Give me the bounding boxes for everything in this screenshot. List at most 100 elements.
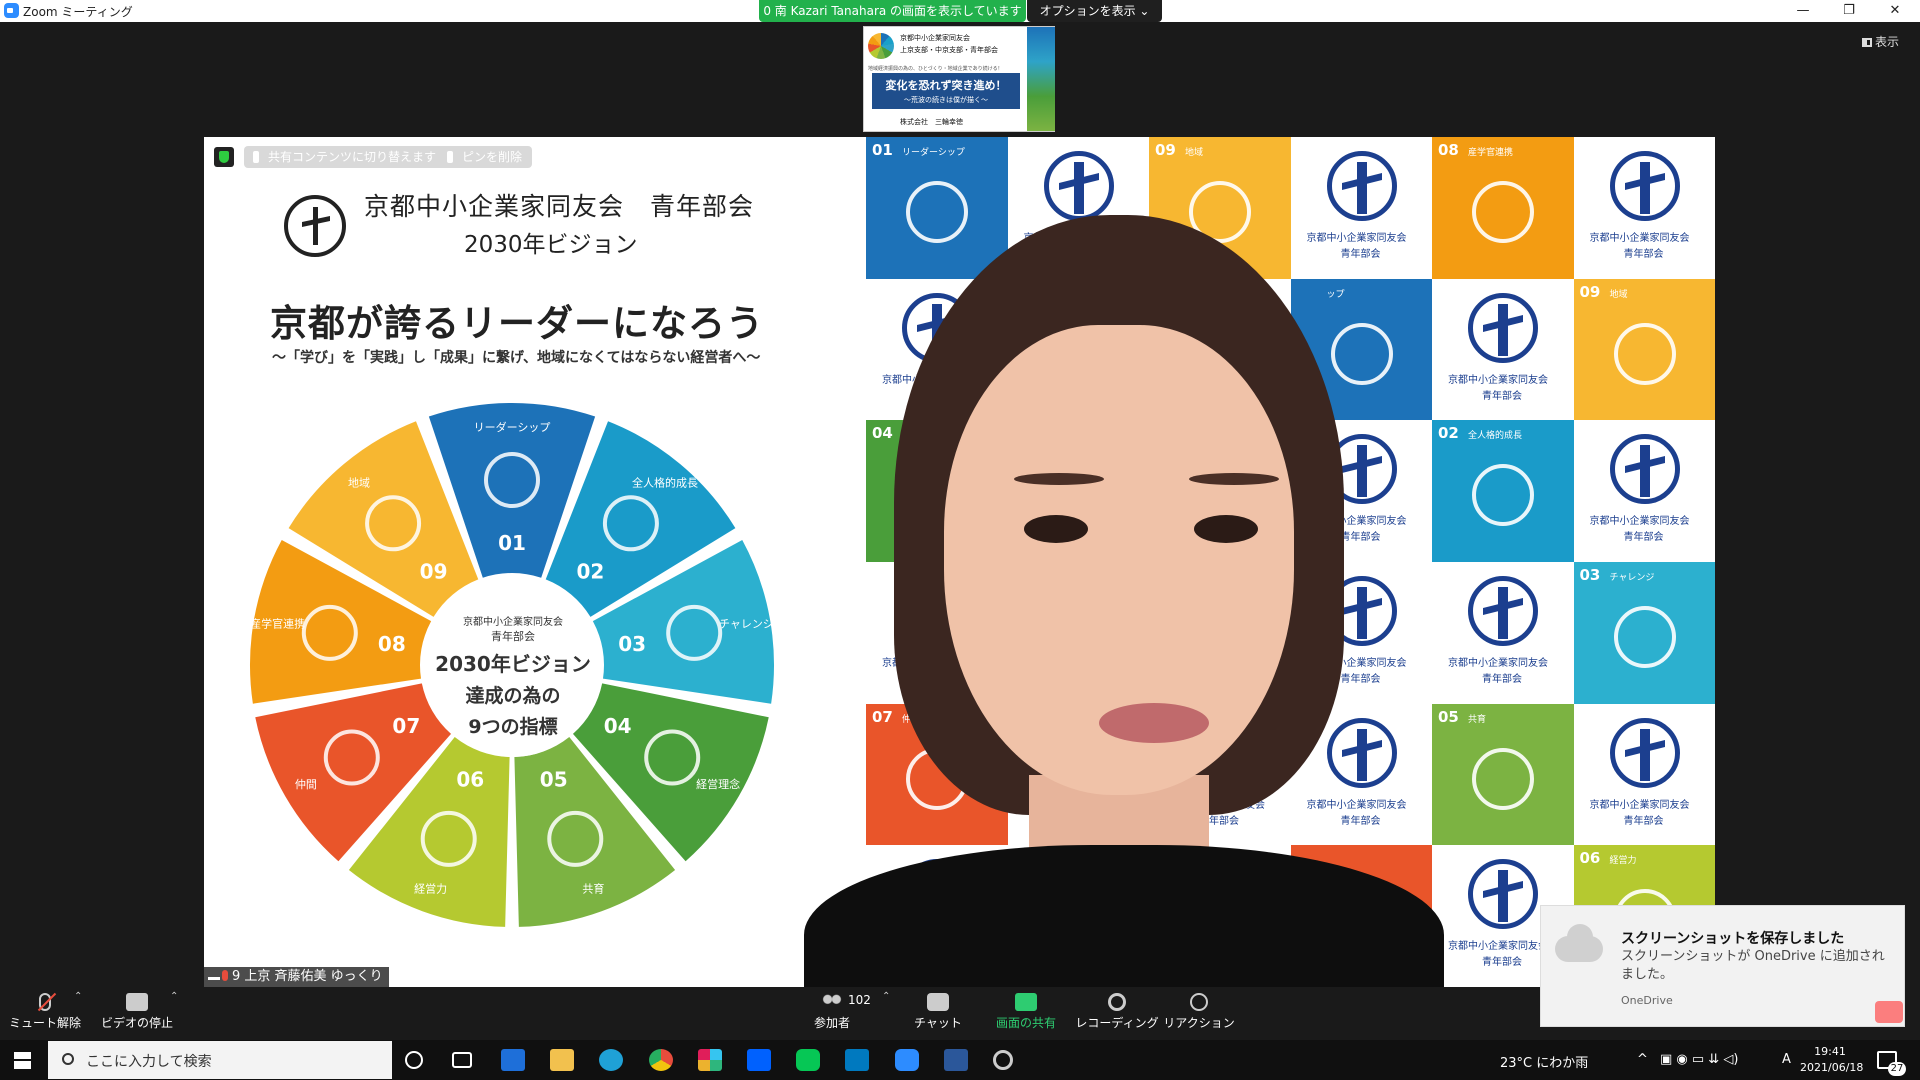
system-clock[interactable]: 19:41 2021/06/18 [1800, 1044, 1864, 1076]
chat-button[interactable]: チャット [893, 993, 983, 1031]
wheel-segment-label: リーダーシップ [474, 420, 551, 434]
reactions-button[interactable]: リアクション [1154, 993, 1244, 1031]
search-placeholder: ここに入力して検索 [86, 1054, 212, 1070]
wheel-segment-label: 経営力 [414, 882, 447, 896]
notification-body: スクリーンショットが OneDrive に追加されました。 [1621, 949, 1885, 982]
edge-browser-icon[interactable] [599, 1049, 623, 1071]
hub-line2: 達成の為の [465, 685, 561, 707]
tile-number: 09 [1155, 141, 1176, 159]
dropbox-icon[interactable] [747, 1049, 771, 1071]
file-explorer-icon[interactable] [550, 1049, 574, 1071]
organization-logo-icon [1609, 434, 1680, 505]
share-thumbnail[interactable]: 京都中小企業家同友会 上京支部・中京支部・青年部会 地域経済振興の為の、ひとづく… [863, 26, 1055, 132]
slack-icon[interactable] [698, 1049, 722, 1071]
settings-gear-icon[interactable] [993, 1050, 1013, 1070]
participant-brow-right [1189, 473, 1279, 485]
audio-options-chevron-icon[interactable]: ⌃ [74, 991, 82, 1002]
thumb-icon-strip [1027, 27, 1055, 131]
logo-unit-text: 青年部会 [1623, 815, 1664, 827]
hub-unit: 青年部会 [491, 630, 535, 643]
windows-start-icon[interactable] [14, 1052, 31, 1069]
wheel-segment-number: 02 [576, 560, 604, 584]
record-button[interactable]: レコーディング [1072, 993, 1162, 1031]
record-icon [1108, 993, 1126, 1011]
wheel-segment-number: 07 [392, 714, 420, 738]
view-options-button[interactable]: オプションを表示 ⌄ [1027, 0, 1162, 22]
wheel-hub: 京都中小企業家同友会 青年部会 2030年ビジョン 達成の為の 9つの指標 [428, 587, 598, 757]
restore-button[interactable]: ❐ [1826, 0, 1872, 22]
logo-org-text: 京都中小企業家同友会 [1589, 799, 1690, 811]
wheel-segment-number: 09 [420, 560, 448, 584]
tray-icons[interactable]: ▣ ◉ ▭ ⇊ ◁) [1660, 1052, 1738, 1067]
cortana-icon[interactable] [405, 1051, 423, 1069]
reactions-label: リアクション [1163, 1016, 1235, 1030]
backdrop-indicator-tile: 03 チャレンジ [1573, 562, 1715, 704]
organization-logo-icon [1609, 151, 1680, 221]
taskbar-search[interactable]: ここに入力して検索 [48, 1041, 392, 1079]
tile-indicator-icon [1613, 322, 1676, 385]
encryption-shield-icon[interactable] [214, 147, 234, 167]
logo-org-text: 京都中小企業家同友会 [1589, 233, 1690, 244]
stop-video-label: ビデオの停止 [100, 1016, 173, 1030]
weather-text: 23°C にわか雨 [1500, 1056, 1589, 1071]
tile-indicator-icon [1613, 606, 1676, 669]
share-screen-icon [1015, 993, 1037, 1011]
backdrop-logo-tile: 京都中小企業家同友会青年部会 [1573, 703, 1715, 846]
participants-count: 102 [848, 993, 871, 1007]
search-icon [62, 1053, 74, 1065]
close-button[interactable]: ✕ [1872, 0, 1918, 22]
trello-icon[interactable] [845, 1049, 869, 1071]
participant-eye-right [1194, 515, 1258, 543]
participant-brow-left [1014, 473, 1104, 485]
slide-subheadline: ～「学び」を「実践」し「成果」に繋げ、地域になくてはならない経営者へ～ [272, 350, 761, 366]
participants-label: 参加者 [813, 1016, 850, 1030]
hub-line3: 9つの指標 [468, 716, 558, 738]
task-view-icon[interactable] [452, 1052, 472, 1068]
recording-indicator [1875, 1001, 1903, 1023]
logo-unit-text: 青年部会 [1623, 249, 1664, 260]
backdrop-logo-tile: 京都中小企業家同友会青年部会 [1573, 137, 1715, 279]
pin-icon [253, 151, 259, 163]
participants-options-chevron-icon[interactable]: ⌃ [882, 991, 890, 1002]
participant-name-tag: 9 上京 斉藤佑美 ゆっくり [204, 967, 389, 987]
word-icon[interactable] [944, 1049, 968, 1071]
video-options-chevron-icon[interactable]: ⌃ [170, 991, 178, 1002]
tile-number: 03 [1579, 566, 1601, 585]
clock-date: 2021/06/18 [1800, 1061, 1864, 1074]
pin-icon [447, 151, 453, 163]
ime-indicator[interactable]: A [1782, 1052, 1791, 1067]
minimize-button[interactable]: — [1780, 0, 1826, 22]
notification-source: OneDrive [1621, 994, 1673, 1007]
clock-time: 19:41 [1814, 1045, 1846, 1058]
organization-logo-icon [1609, 717, 1680, 788]
logo-org-text: 京都中小企業家同友会 [1589, 516, 1690, 528]
participant-body [804, 845, 1444, 987]
chrome-icon[interactable] [649, 1049, 673, 1071]
notification-count: 27 [1888, 1062, 1906, 1076]
unmute-label: ミュート解除 [8, 1016, 81, 1030]
zoom-taskbar-icon[interactable] [895, 1049, 919, 1071]
switch-to-shared-content-button[interactable]: 共有コンテンツに切り替えます [244, 146, 447, 168]
thumb-banner-title: 変化を恐れず突き進め！ [885, 79, 1007, 92]
zoom-icon [4, 3, 19, 18]
wheel-segment-number: 08 [378, 632, 406, 656]
thumb-speaker: 株式会社 三輪幸徳 [900, 118, 963, 126]
weather-widget[interactable]: 23°C にわか雨 [1500, 1052, 1588, 1071]
onedrive-notification[interactable]: スクリーンショットを保存しました スクリーンショットが OneDrive に追加… [1540, 905, 1905, 1027]
tile-label: 地域 [1185, 148, 1204, 158]
smiley-icon [1190, 993, 1208, 1011]
line-icon[interactable] [796, 1049, 820, 1071]
view-toggle-button[interactable]: 表示 [1862, 33, 1899, 50]
thumb-org: 京都中小企業家同友会 [900, 34, 970, 42]
wheel-segment-number: 04 [604, 714, 632, 738]
stop-video-button[interactable]: ビデオの停止 [92, 993, 182, 1031]
window-titlebar: Zoom ミーティング 0 南 Kazari Tanahara の画面を表示して… [0, 0, 1920, 22]
wheel-segment-label: 全人格的成長 [632, 476, 698, 490]
share-screen-button[interactable]: 画面の共有 [981, 993, 1071, 1031]
unpin-button[interactable]: ピンを削除 [438, 146, 533, 168]
record-label: レコーディング [1075, 1016, 1159, 1030]
tray-overflow-chevron-icon[interactable]: ^ [1637, 1052, 1648, 1067]
sharing-status: 0 南 Kazari Tanahara の画面を表示しています [759, 0, 1026, 22]
participants-icon [821, 993, 843, 1011]
app-bw-icon[interactable] [501, 1049, 525, 1071]
